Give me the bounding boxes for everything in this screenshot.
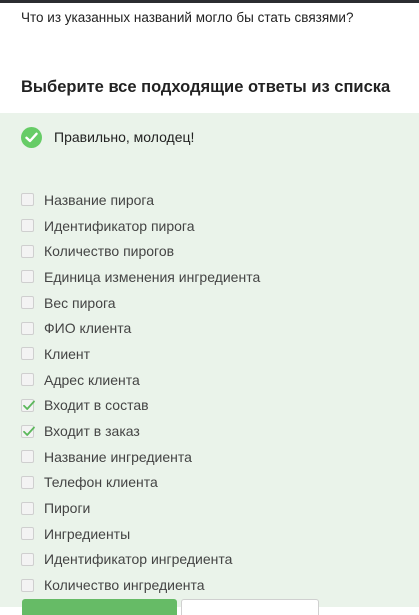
checkbox[interactable] xyxy=(21,578,34,592)
checkbox[interactable] xyxy=(21,450,34,464)
checkbox[interactable] xyxy=(21,193,34,207)
checkbox-checked[interactable] xyxy=(21,424,35,438)
option-item[interactable]: Идентификатор пирога xyxy=(21,213,401,239)
option-label: Вес пирога xyxy=(44,294,116,311)
option-item[interactable]: Входит в состав xyxy=(21,393,401,419)
options-list: Название пирога Идентификатор пирога Кол… xyxy=(21,187,401,598)
option-item[interactable]: Адрес клиента xyxy=(21,367,401,393)
checkbox[interactable] xyxy=(21,527,34,541)
option-item[interactable]: Количество ингредиента xyxy=(21,572,401,598)
checkbox-checked[interactable] xyxy=(21,398,35,412)
option-item[interactable]: Идентификатор ингредиента xyxy=(21,547,401,573)
question-text: Что из указанных названий могло бы стать… xyxy=(21,10,354,25)
checkbox[interactable] xyxy=(21,219,34,233)
option-item[interactable]: Ингредиенты xyxy=(21,521,401,547)
option-item[interactable]: Единица изменения ингредиента xyxy=(21,264,401,290)
option-item[interactable]: Телефон клиента xyxy=(21,470,401,496)
option-label: Название ингредиента xyxy=(44,448,192,465)
option-label: Телефон клиента xyxy=(44,474,158,491)
option-item[interactable]: ФИО клиента xyxy=(21,315,401,341)
option-label: Количество ингредиента xyxy=(44,577,205,594)
option-item[interactable]: Количество пирогов xyxy=(21,238,401,264)
checkbox[interactable] xyxy=(21,270,34,284)
checkbox[interactable] xyxy=(21,244,34,258)
option-label: Количество пирогов xyxy=(44,243,175,260)
option-label: Ингредиенты xyxy=(44,525,131,542)
option-label: Единица изменения ингредиента xyxy=(44,268,261,285)
checkmark-icon xyxy=(23,400,35,410)
option-item[interactable]: Пироги xyxy=(21,495,401,521)
option-label: ФИО клиента xyxy=(44,320,132,337)
checkmark-icon xyxy=(23,426,35,436)
option-label: Идентификатор ингредиента xyxy=(44,551,233,568)
option-item[interactable]: Клиент xyxy=(21,341,401,367)
option-item[interactable]: Вес пирога xyxy=(21,290,401,316)
feedback-text: Правильно, молодец! xyxy=(54,129,195,145)
option-item[interactable]: Название ингредиента xyxy=(21,444,401,470)
option-label: Пироги xyxy=(44,500,91,517)
feedback-banner: Правильно, молодец! xyxy=(21,125,194,149)
answer-panel: Правильно, молодец! Название пирога Иден… xyxy=(0,113,419,615)
checkbox[interactable] xyxy=(21,552,34,566)
option-label: Клиент xyxy=(44,345,91,362)
submit-button[interactable] xyxy=(22,599,177,615)
success-check-icon xyxy=(21,126,42,148)
checkbox[interactable] xyxy=(21,373,34,387)
checkbox[interactable] xyxy=(21,321,34,335)
option-item[interactable]: Название пирога xyxy=(21,187,401,213)
option-label: Идентификатор пирога xyxy=(44,217,195,234)
option-item[interactable]: Входит в заказ xyxy=(21,418,401,444)
instruction-heading: Выберите все подходящие ответы из списка xyxy=(21,78,391,96)
checkbox[interactable] xyxy=(21,501,34,515)
option-label: Входит в заказ xyxy=(44,423,140,440)
checkbox[interactable] xyxy=(21,296,34,310)
secondary-button[interactable] xyxy=(181,599,319,615)
checkbox[interactable] xyxy=(21,475,34,489)
option-label: Название пирога xyxy=(44,191,155,208)
checkbox[interactable] xyxy=(21,347,34,361)
option-label: Входит в состав xyxy=(44,397,149,414)
top-bar xyxy=(0,0,419,3)
option-label: Адрес клиента xyxy=(44,371,140,388)
